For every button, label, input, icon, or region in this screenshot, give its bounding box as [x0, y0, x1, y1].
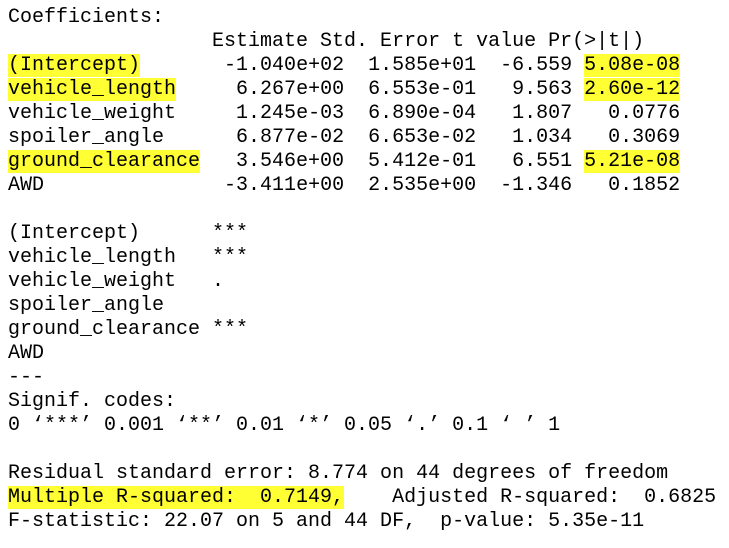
coef-row: ground_clearance 3.546e+00 5.412e-01 6.5… [8, 150, 716, 174]
adjusted-r-squared: Adjusted R-squared: 0.6825 [344, 486, 717, 509]
coef-term-padding [164, 126, 200, 149]
signif-codes-label: Signif. codes: [8, 390, 177, 413]
coef-row: vehicle_length 6.267e+00 6.553e-01 9.563… [8, 78, 716, 102]
coef-stats: -3.411e+00 2.535e+00 -1.346 [200, 174, 585, 197]
signif-term: vehicle_length [8, 246, 177, 269]
signif-term: spoiler_angle [8, 294, 165, 317]
signif-row: ground_clearance *** [8, 318, 716, 342]
coef-stats: 3.546e+00 5.412e-01 6.551 [200, 150, 585, 173]
coef-term: ground_clearance [8, 150, 201, 173]
coef-stats: 6.877e-02 6.653e-02 1.034 [200, 126, 585, 149]
coefficients-title: Coefficients: [8, 6, 165, 29]
coef-row: spoiler_angle 6.877e-02 6.653e-02 1.034 … [8, 126, 716, 150]
separator: --- [8, 366, 45, 389]
signif-row: (Intercept) *** [8, 222, 716, 246]
coef-term-padding [176, 102, 200, 125]
coef-term: (Intercept) [8, 54, 141, 77]
signif-row: AWD [8, 342, 716, 366]
signif-stars: *** [200, 318, 249, 341]
signif-row: vehicle_weight . [8, 270, 716, 294]
r-console-output: Coefficients: Estimate Std. Error t valu… [8, 6, 716, 534]
signif-term: vehicle_weight [8, 270, 177, 293]
coef-row: (Intercept) -1.040e+02 1.585e+01 -6.559 … [8, 54, 716, 78]
coef-stats: -1.040e+02 1.585e+01 -6.559 [200, 54, 585, 77]
signif-stars: . [176, 270, 225, 293]
coef-p-value: 5.21e-08 [584, 150, 681, 173]
coef-p-value: 0.0776 [584, 102, 681, 125]
r-squared-line: Multiple R-squared: 0.7149, Adjusted R-s… [8, 486, 716, 510]
f-statistic: F-statistic: 22.07 on 5 and 44 DF, p-val… [8, 510, 645, 533]
coef-term-padding [44, 174, 200, 197]
coef-p-value: 0.1852 [584, 174, 681, 197]
signif-term: ground_clearance [8, 318, 201, 341]
signif-term: (Intercept) [8, 222, 141, 245]
coef-term: vehicle_weight [8, 102, 177, 125]
coef-term: AWD [8, 174, 45, 197]
coef-p-value: 5.08e-08 [584, 54, 681, 77]
coef-row: vehicle_weight 1.245e-03 6.890e-04 1.807… [8, 102, 716, 126]
signif-term: AWD [8, 342, 45, 365]
coef-term: spoiler_angle [8, 126, 165, 149]
signif-stars: *** [176, 246, 249, 269]
coef-stats: 6.267e+00 6.553e-01 9.563 [200, 78, 585, 101]
coef-row: AWD -3.411e+00 2.535e+00 -1.346 0.1852 [8, 174, 716, 198]
coefficients-header: Estimate Std. Error t value Pr(>|t|) [8, 30, 645, 53]
residual-standard-error: Residual standard error: 8.774 on 44 deg… [8, 462, 669, 485]
signif-codes-legend: 0 ‘***’ 0.001 ‘**’ 0.01 ‘*’ 0.05 ‘.’ 0.1… [8, 414, 561, 437]
signif-row: vehicle_length *** [8, 246, 716, 270]
coef-p-value: 2.60e-12 [584, 78, 681, 101]
signif-stars: *** [140, 222, 249, 245]
coef-p-value: 0.3069 [584, 126, 681, 149]
multiple-r-squared: Multiple R-squared: 0.7149, [8, 486, 345, 509]
coef-term-padding [176, 78, 200, 101]
coef-term: vehicle_length [8, 78, 177, 101]
coef-stats: 1.245e-03 6.890e-04 1.807 [200, 102, 585, 125]
signif-row: spoiler_angle [8, 294, 716, 318]
coef-term-padding [140, 54, 200, 77]
